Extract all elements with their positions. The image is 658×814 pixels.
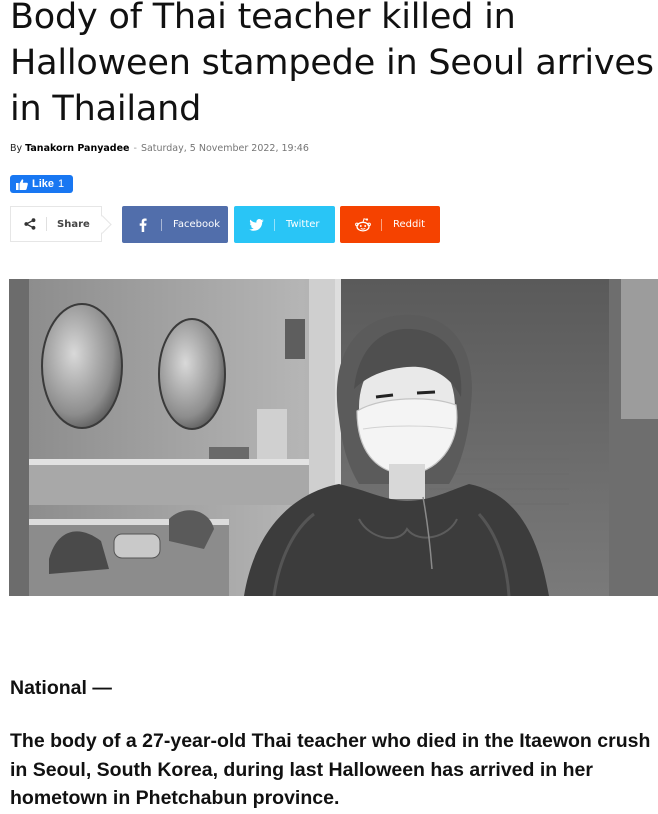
twitter-share-button[interactable]: Twitter [234, 206, 335, 243]
twitter-label: Twitter [286, 219, 320, 230]
article-title: Body of Thai teacher killed in Halloween… [10, 0, 654, 129]
button-divider [274, 218, 275, 231]
byline-separator: - [133, 143, 137, 154]
author-link[interactable]: Tanakorn Panyadee [25, 143, 129, 154]
section-label: National — [10, 677, 112, 699]
reddit-icon [355, 217, 371, 232]
facebook-like-button[interactable]: Like 1 [10, 175, 73, 193]
button-divider [161, 218, 162, 231]
share-label: Share [57, 218, 90, 230]
facebook-share-button[interactable]: Facebook [122, 206, 228, 243]
twitter-icon [248, 218, 264, 231]
reddit-share-button[interactable]: Reddit [340, 206, 440, 243]
reddit-label: Reddit [393, 219, 426, 230]
thumbs-up-icon [16, 178, 28, 190]
like-label: Like [32, 178, 55, 190]
share-icon [24, 218, 36, 230]
like-count: 1 [58, 178, 65, 190]
article-photo [9, 279, 658, 596]
share-divider [46, 217, 47, 231]
share-counter[interactable]: Share [10, 206, 102, 242]
facebook-icon [135, 218, 151, 232]
article-lead: The body of a 27-year-old Thai teacher w… [10, 730, 651, 809]
byline-prefix: By [10, 143, 23, 154]
button-divider [381, 218, 382, 231]
facebook-label: Facebook [173, 219, 220, 230]
publish-date: Saturday, 5 November 2022, 19:46 [140, 143, 309, 154]
byline: By Tanakorn Panyadee - Saturday, 5 November… [10, 143, 309, 154]
